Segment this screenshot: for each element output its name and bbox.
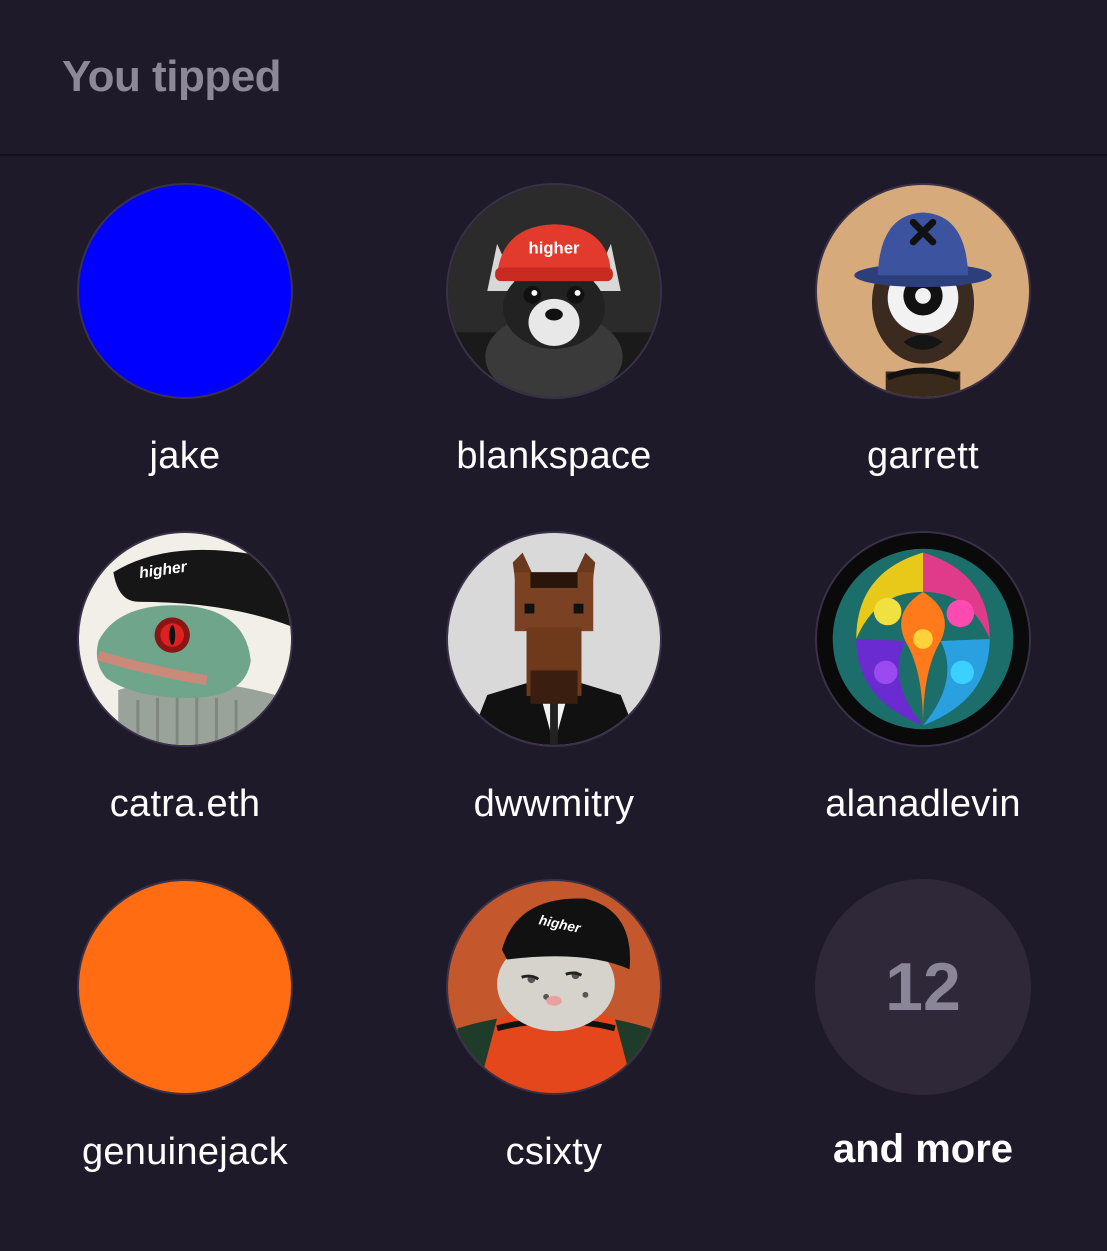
user-name: csixty <box>505 1131 603 1173</box>
avatar[interactable] <box>77 183 293 399</box>
user-tile-garrett[interactable]: garrett <box>773 183 1073 503</box>
avatar[interactable] <box>77 879 293 1095</box>
snow-leopard-icon: higher <box>448 881 660 1093</box>
avatar[interactable]: higher <box>446 879 662 1095</box>
svg-text:higher: higher <box>529 239 580 258</box>
user-tile-dwwmitry[interactable]: dwwmitry <box>404 531 704 851</box>
user-tile-jake[interactable]: jake <box>35 183 335 503</box>
horse-icon <box>448 533 660 745</box>
avatar[interactable] <box>446 531 662 747</box>
psychedelic-icon <box>817 533 1029 745</box>
user-name: alanadlevin <box>825 783 1021 825</box>
cyclops-icon <box>817 185 1029 397</box>
avatar[interactable] <box>815 531 1031 747</box>
page-title: You tipped <box>62 52 282 101</box>
header: You tipped <box>0 0 1107 156</box>
user-tile-alanadlevin[interactable]: alanadlevin <box>773 531 1073 851</box>
avatar[interactable] <box>815 183 1031 399</box>
user-name: dwwmitry <box>473 783 635 825</box>
user-tile-catra-eth[interactable]: higher catra.eth <box>35 531 335 851</box>
more-count-badge[interactable]: 12 <box>815 879 1031 1095</box>
user-name: catra.eth <box>109 783 261 825</box>
avatar[interactable]: higher <box>77 531 293 747</box>
avatar[interactable]: higher <box>446 183 662 399</box>
lizard-icon: higher <box>79 533 291 745</box>
chihuahua-icon: higher <box>448 185 660 397</box>
user-name: jake <box>149 435 221 477</box>
more-users-tile[interactable]: 12 and more <box>773 879 1073 1199</box>
user-name: genuinejack <box>81 1131 289 1173</box>
user-tile-genuinejack[interactable]: genuinejack <box>35 879 335 1199</box>
user-tile-csixty[interactable]: higher csixty <box>404 879 704 1199</box>
user-name: blankspace <box>456 435 652 477</box>
user-name: garrett <box>867 435 979 477</box>
user-tile-blankspace[interactable]: higher blankspace <box>404 183 704 503</box>
more-users-label[interactable]: and more <box>833 1127 1013 1172</box>
